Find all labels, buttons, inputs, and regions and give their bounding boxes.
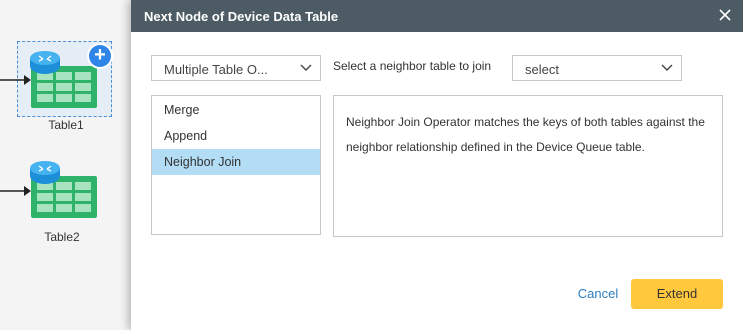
- node-label: Table2: [44, 230, 80, 244]
- table-node-icon[interactable]: [29, 160, 99, 218]
- operation-type-value: Multiple Table O...: [164, 62, 268, 77]
- next-node-dialog: Next Node of Device Data Table Multiple …: [131, 0, 743, 330]
- node-label: Table1: [48, 118, 84, 132]
- incoming-arrow: [0, 186, 31, 196]
- chevron-down-icon: [661, 64, 673, 71]
- operation-type-select[interactable]: Multiple Table O...: [151, 55, 321, 81]
- operation-list: Merge Append Neighbor Join: [151, 95, 321, 235]
- extend-button[interactable]: Extend: [631, 279, 723, 309]
- dialog-header: Next Node of Device Data Table: [131, 0, 743, 32]
- list-item-neighbor-join[interactable]: Neighbor Join: [152, 149, 320, 175]
- dialog-title: Next Node of Device Data Table: [144, 9, 339, 24]
- cancel-button[interactable]: Cancel: [563, 279, 633, 309]
- chevron-down-icon: [300, 64, 312, 71]
- list-item-merge[interactable]: Merge: [152, 97, 320, 123]
- operation-description: Neighbor Join Operator matches the keys …: [333, 95, 723, 237]
- list-item-append[interactable]: Append: [152, 123, 320, 149]
- add-node-icon[interactable]: +: [89, 45, 111, 67]
- neighbor-table-select[interactable]: select: [512, 55, 682, 81]
- incoming-arrow: [0, 75, 31, 85]
- neighbor-table-label: Select a neighbor table to join: [333, 59, 492, 73]
- neighbor-table-value: select: [525, 62, 559, 77]
- close-icon[interactable]: [717, 7, 733, 23]
